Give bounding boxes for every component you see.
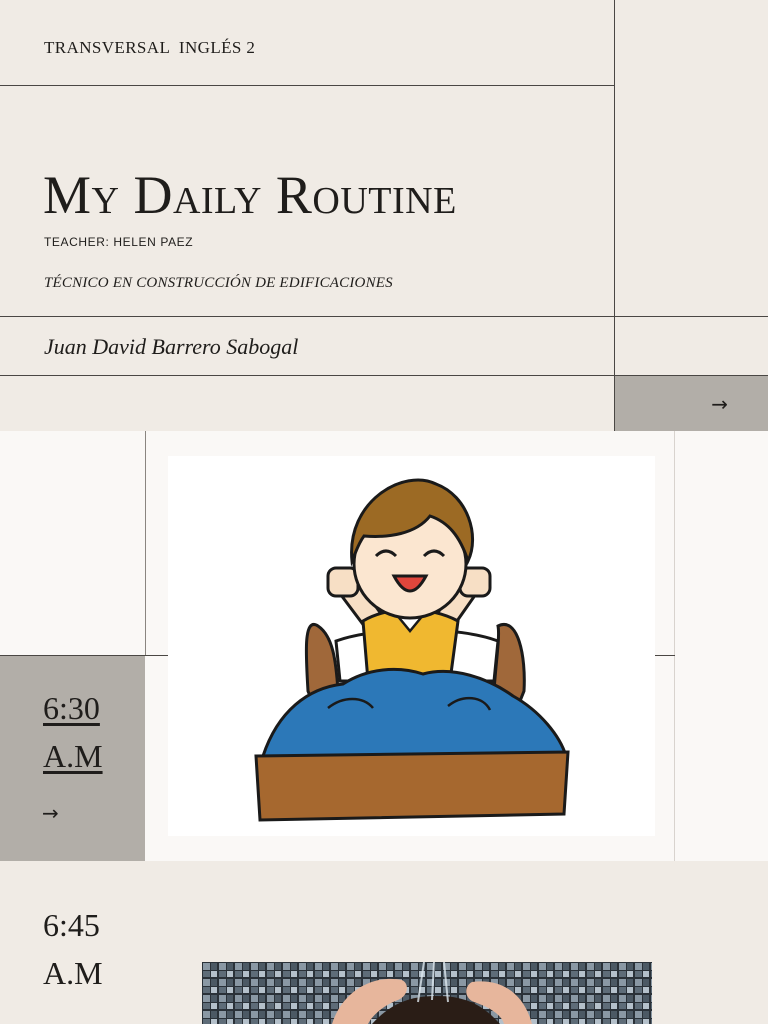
course-label: TRANSVERSAL INGLÉS 2 bbox=[44, 38, 256, 57]
divider-line bbox=[655, 655, 675, 656]
time-link-hour[interactable]: 6:30 bbox=[43, 690, 100, 727]
page-title: My Daily Routine bbox=[43, 165, 457, 225]
shower-photo bbox=[202, 962, 652, 1024]
arrow-right-icon: → bbox=[711, 391, 728, 416]
time-meridiem: A.M bbox=[43, 955, 103, 991]
divider-line bbox=[145, 431, 146, 656]
divider-line bbox=[0, 316, 768, 317]
wake-up-illustration bbox=[168, 456, 655, 836]
time-panel: 6:30 A.M → bbox=[0, 656, 145, 861]
program-label: TÉCNICO EN CONSTRUCCIÓN DE EDIFICACIONES bbox=[44, 275, 393, 291]
teacher-label: TEACHER: HELEN PAEZ bbox=[44, 235, 194, 249]
divider-line bbox=[0, 85, 615, 86]
time-link-meridiem[interactable]: A.M bbox=[43, 738, 103, 775]
author-name: Juan David Barrero Sabogal bbox=[44, 334, 299, 359]
hair-wash-photo-icon bbox=[202, 962, 652, 1024]
routine-section-630: 6:30 A.M → bbox=[0, 431, 768, 861]
time-hour: 6:45 bbox=[43, 907, 100, 943]
cover-section: TRANSVERSAL INGLÉS 2 My Daily Routine TE… bbox=[0, 0, 768, 431]
divider-line bbox=[614, 0, 615, 431]
routine-section-645: 6:45 A.M bbox=[0, 861, 768, 1024]
arrow-right-icon[interactable]: → bbox=[42, 801, 59, 825]
boy-waking-up-icon bbox=[254, 478, 570, 822]
next-button[interactable]: → bbox=[615, 376, 768, 431]
divider-line bbox=[674, 431, 675, 861]
